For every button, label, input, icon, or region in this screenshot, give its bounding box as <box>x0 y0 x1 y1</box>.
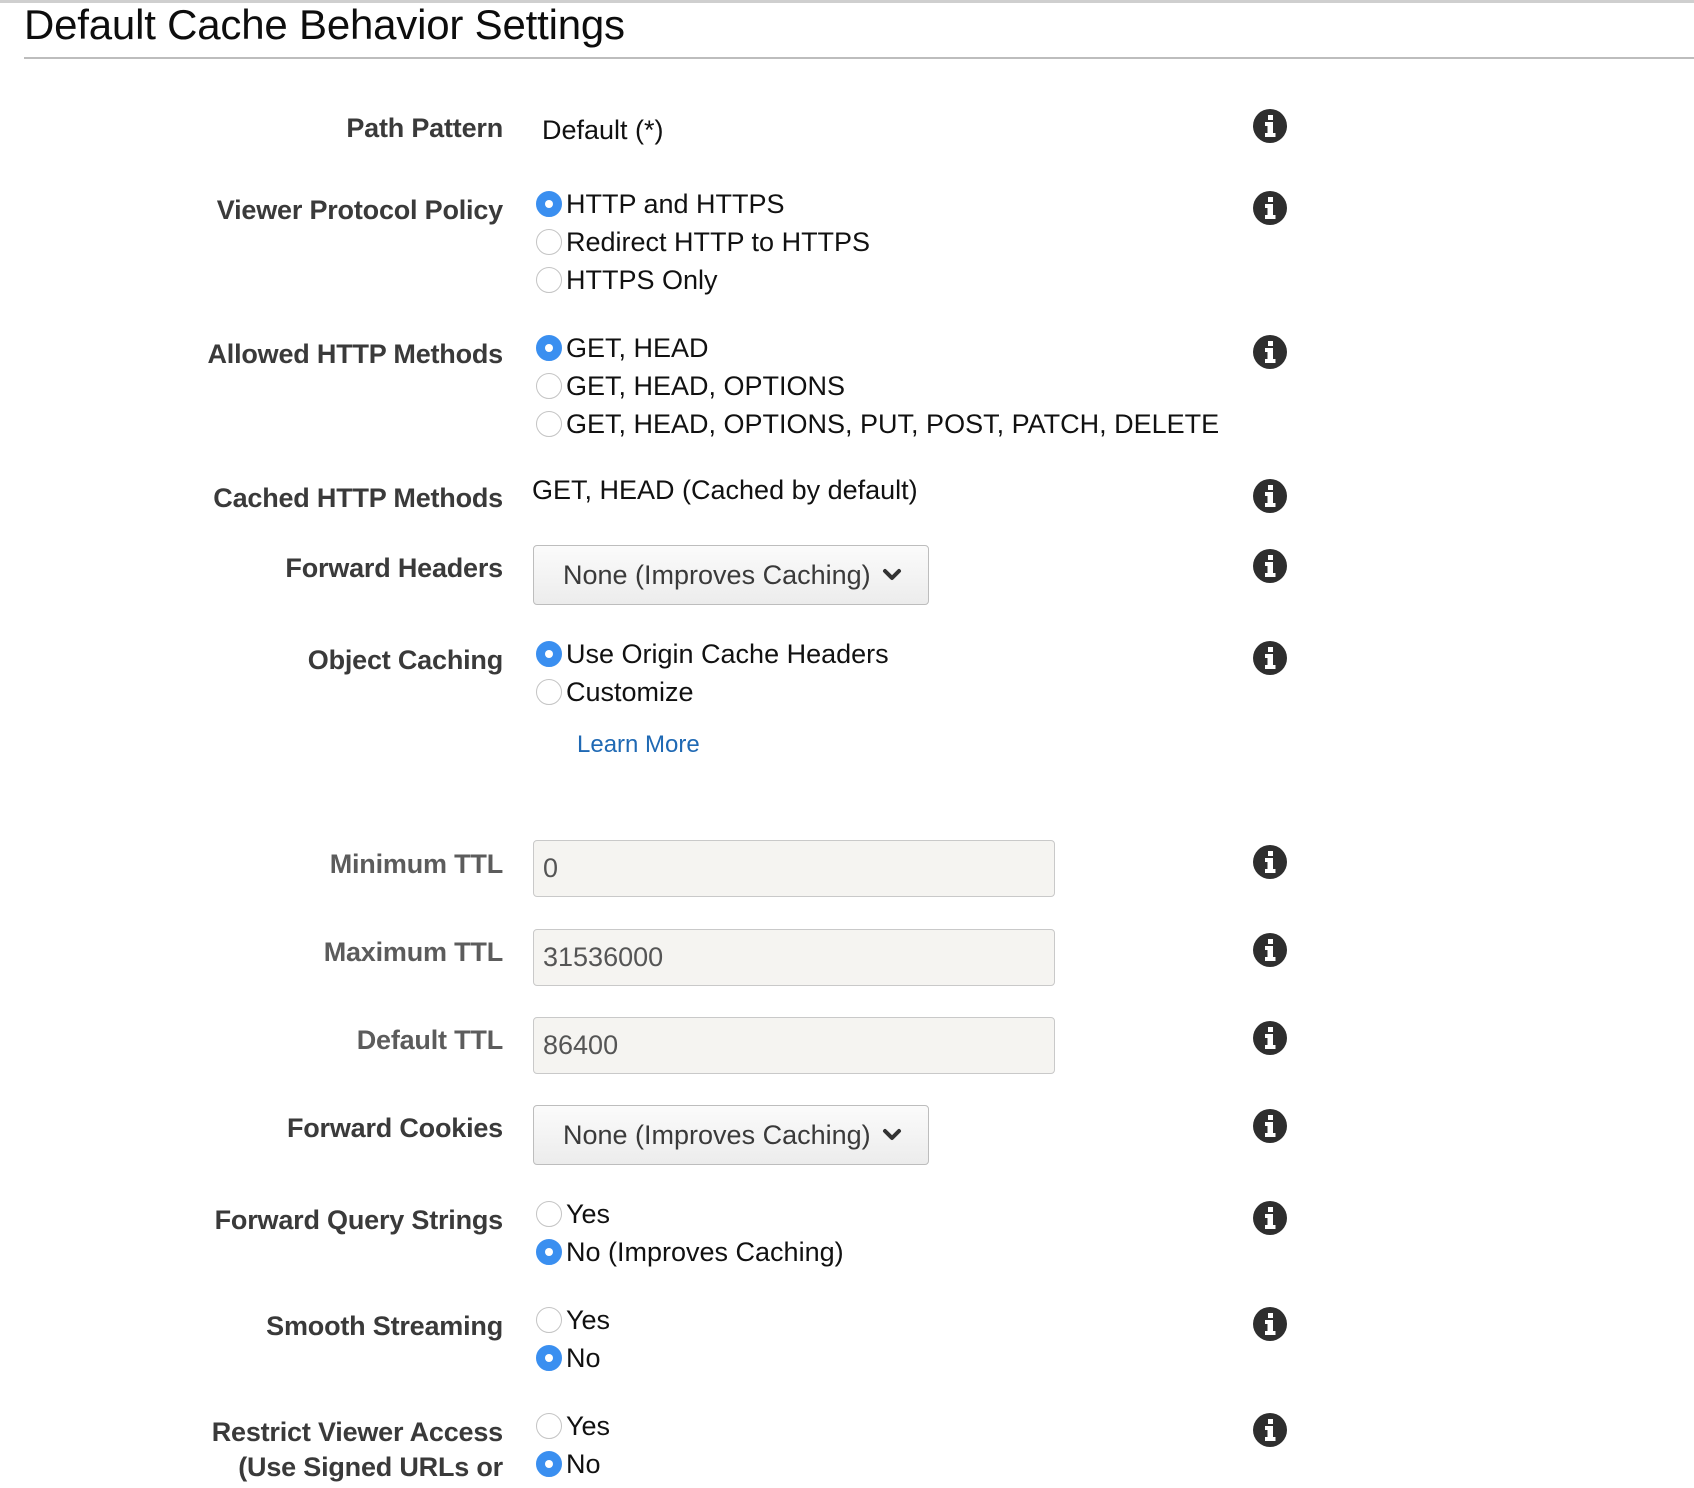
info-icon[interactable] <box>1253 191 1287 225</box>
radio-label: GET, HEAD <box>566 333 709 363</box>
info-icon[interactable] <box>1253 1413 1287 1447</box>
forward-cookies-label: Forward Cookies <box>286 1113 503 1143</box>
info-icon[interactable] <box>1253 1201 1287 1235</box>
radio-get-head[interactable]: GET, HEAD <box>536 331 709 365</box>
viewer-protocol-policy-label: Viewer Protocol Policy <box>216 195 503 225</box>
radio-button[interactable] <box>536 1239 562 1265</box>
select-value: None (Improves Caching) <box>563 1119 871 1150</box>
select-value: None (Improves Caching) <box>563 559 871 590</box>
radio-label: Yes <box>566 1199 611 1229</box>
info-icon[interactable] <box>1253 479 1287 513</box>
minimum-ttl-label: Minimum TTL <box>329 849 503 879</box>
radio-label: HTTPS Only <box>566 265 718 295</box>
radio-button[interactable] <box>536 191 562 217</box>
info-icon[interactable] <box>1253 1307 1287 1341</box>
radio-use-origin-cache-headers[interactable]: Use Origin Cache Headers <box>536 637 889 671</box>
radio-button[interactable] <box>536 1413 562 1439</box>
radio-label: GET, HEAD, OPTIONS <box>566 371 846 401</box>
radio-button[interactable] <box>536 679 562 705</box>
radio-label: No (Improves Caching) <box>566 1237 844 1267</box>
radio-button[interactable] <box>536 229 562 255</box>
info-icon[interactable] <box>1253 1109 1287 1143</box>
radio-label: Yes <box>566 1411 611 1441</box>
minimum-ttl-input[interactable] <box>533 840 1055 897</box>
radio-button[interactable] <box>536 1307 562 1333</box>
radio-smooth-streaming-no[interactable]: No <box>536 1341 601 1375</box>
default-ttl-label: Default TTL <box>356 1025 503 1055</box>
object-caching-label: Object Caching <box>307 645 503 675</box>
default-ttl-input[interactable] <box>533 1017 1055 1074</box>
radio-restrict-access-yes[interactable]: Yes <box>536 1409 610 1443</box>
radio-redirect-http-to-https[interactable]: Redirect HTTP to HTTPS <box>536 225 870 259</box>
radio-restrict-access-no[interactable]: No <box>536 1447 601 1481</box>
info-icon[interactable] <box>1253 1021 1287 1055</box>
restrict-viewer-access-label-line2: (Use Signed URLs or <box>238 1452 503 1482</box>
radio-label: GET, HEAD, OPTIONS, PUT, POST, PATCH, DE… <box>566 409 1220 439</box>
radio-https-only[interactable]: HTTPS Only <box>536 263 718 297</box>
forward-headers-label: Forward Headers <box>285 553 503 583</box>
chevron-down-icon <box>881 1124 903 1146</box>
radio-label: No <box>566 1343 601 1373</box>
radio-label: No <box>566 1449 601 1479</box>
section-title: Default Cache Behavior Settings <box>24 1 625 48</box>
radio-http-and-https[interactable]: HTTP and HTTPS <box>536 187 785 221</box>
radio-button[interactable] <box>536 641 562 667</box>
radio-label: Yes <box>566 1305 611 1335</box>
radio-smooth-streaming-yes[interactable]: Yes <box>536 1303 610 1337</box>
radio-button[interactable] <box>536 335 562 361</box>
info-icon[interactable] <box>1253 845 1287 879</box>
forward-query-strings-label: Forward Query Strings <box>214 1205 504 1235</box>
radio-label: Use Origin Cache Headers <box>566 639 889 669</box>
allowed-http-methods-label: Allowed HTTP Methods <box>207 339 503 369</box>
radio-customize[interactable]: Customize <box>536 675 694 709</box>
restrict-viewer-access-label: Restrict Viewer Access <box>211 1417 503 1447</box>
radio-get-head-options[interactable]: GET, HEAD, OPTIONS <box>536 369 845 403</box>
info-icon[interactable] <box>1253 549 1287 583</box>
title-divider <box>24 57 1694 59</box>
radio-label: HTTP and HTTPS <box>566 189 785 219</box>
radio-query-strings-yes[interactable]: Yes <box>536 1197 610 1231</box>
cached-http-methods-value: GET, HEAD (Cached by default) <box>532 475 918 505</box>
forward-cookies-select[interactable]: None (Improves Caching) <box>533 1105 929 1165</box>
radio-button[interactable] <box>536 267 562 293</box>
maximum-ttl-label: Maximum TTL <box>323 937 504 967</box>
maximum-ttl-input[interactable] <box>533 929 1055 986</box>
radio-query-strings-no[interactable]: No (Improves Caching) <box>536 1235 844 1269</box>
radio-label: Redirect HTTP to HTTPS <box>566 227 871 257</box>
smooth-streaming-label: Smooth Streaming <box>266 1311 503 1341</box>
path-pattern-value: Default (*) <box>542 115 664 145</box>
radio-button[interactable] <box>536 411 562 437</box>
info-icon[interactable] <box>1253 335 1287 369</box>
radio-label: Customize <box>566 677 694 707</box>
learn-more-link[interactable]: Learn More <box>577 729 700 761</box>
path-pattern-label: Path Pattern <box>346 113 503 143</box>
radio-button[interactable] <box>536 1451 562 1477</box>
cached-http-methods-label: Cached HTTP Methods <box>213 483 503 513</box>
radio-button[interactable] <box>536 373 562 399</box>
info-icon[interactable] <box>1253 933 1287 967</box>
chevron-down-icon <box>881 564 903 586</box>
info-icon[interactable] <box>1253 109 1287 143</box>
info-icon[interactable] <box>1253 641 1287 675</box>
radio-button[interactable] <box>536 1345 562 1371</box>
radio-button[interactable] <box>536 1201 562 1227</box>
forward-headers-select[interactable]: None (Improves Caching) <box>533 545 929 605</box>
radio-all-methods[interactable]: GET, HEAD, OPTIONS, PUT, POST, PATCH, DE… <box>536 407 1219 441</box>
